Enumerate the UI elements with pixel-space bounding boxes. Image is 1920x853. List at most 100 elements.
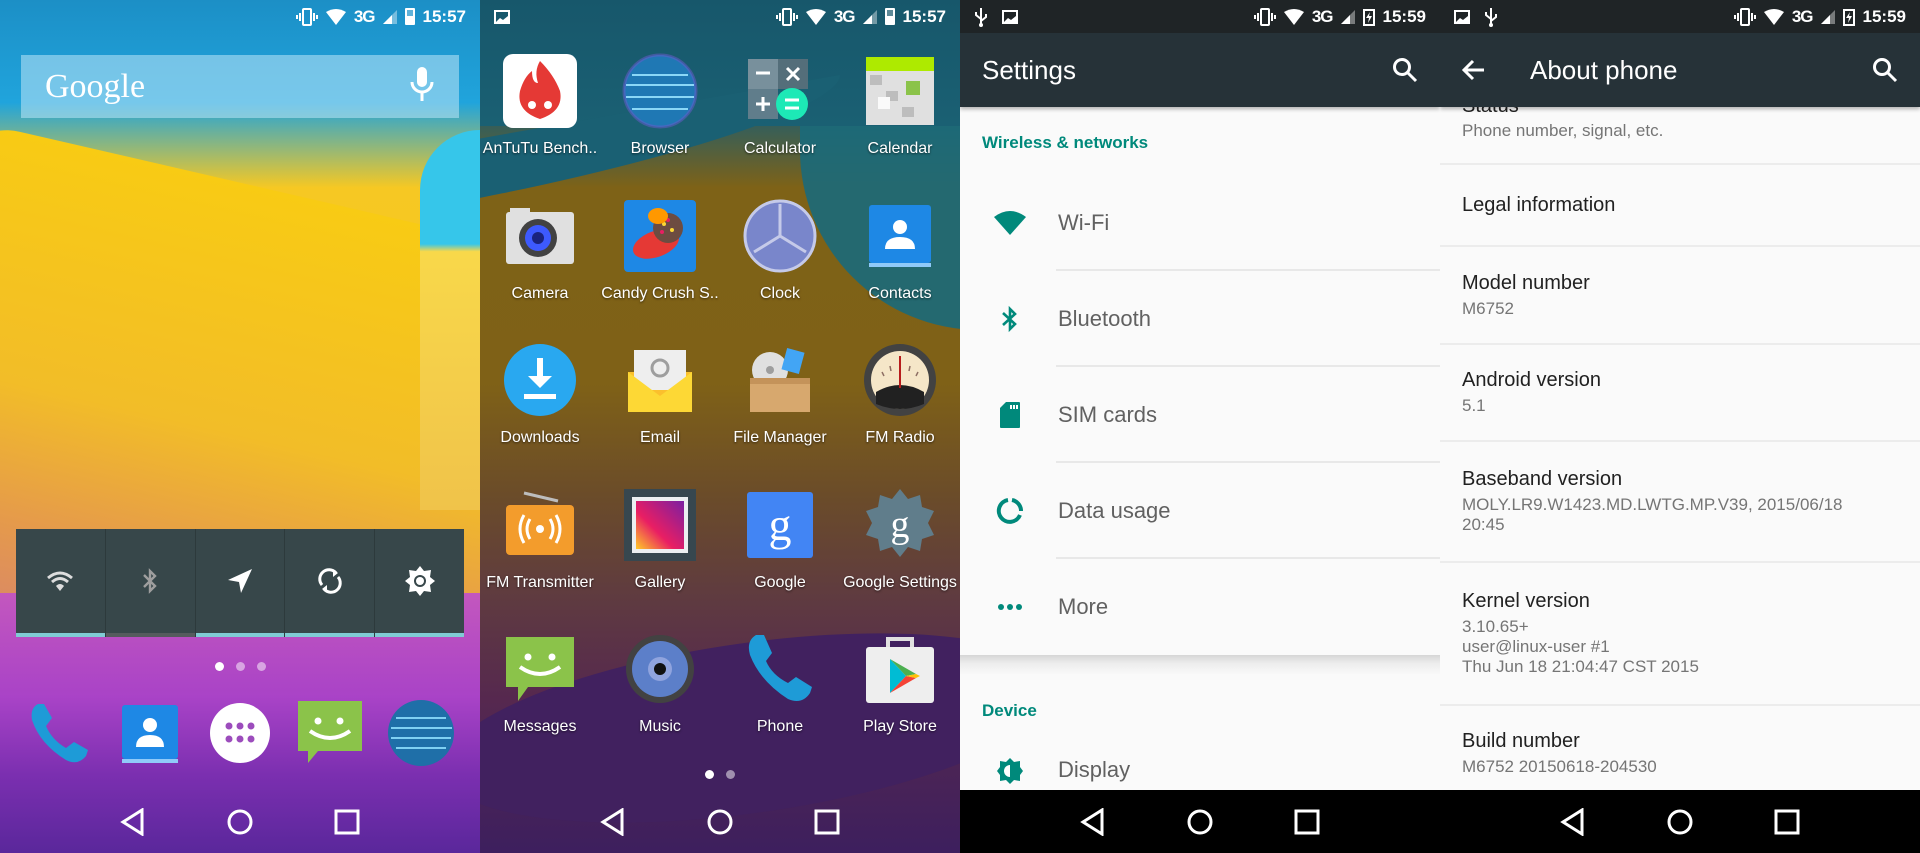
battery-charging-icon [1362, 8, 1375, 26]
qs-bluetooth-toggle[interactable] [105, 529, 196, 637]
recents-button[interactable] [327, 802, 367, 842]
google-search-bar[interactable]: Google [21, 55, 459, 118]
dock-messages[interactable] [293, 698, 367, 772]
contacts-icon [861, 197, 939, 275]
home-button[interactable] [1180, 802, 1220, 842]
app-candy-crush[interactable]: Candy Crush S.. [600, 193, 720, 338]
about-list: Status Phone number, signal, etc. Legal … [1440, 95, 1920, 801]
app-label: Downloads [500, 429, 580, 446]
qs-sync-toggle[interactable] [285, 529, 376, 637]
app-fm-radio[interactable]: FM Radio [840, 337, 960, 482]
status-bar[interactable]: 3G 15:57 [480, 0, 960, 33]
app-label: Email [639, 429, 680, 446]
app-music[interactable]: Music [600, 626, 720, 771]
settings-screen: 3G 15:59 Settings Wireless & networks Wi… [960, 0, 1440, 853]
item-summary: Phone number, signal, etc. [1462, 121, 1664, 140]
settings-item-bluetooth[interactable]: Bluetooth [960, 271, 1440, 367]
app-file-manager[interactable]: File Manager [720, 337, 840, 482]
app-google-settings[interactable]: g Google Settings [840, 482, 960, 627]
recents-button[interactable] [807, 802, 847, 842]
about-item-android-version[interactable]: Android version 5.1 [1440, 345, 1920, 442]
microphone-icon[interactable] [409, 65, 435, 108]
app-contacts[interactable]: Contacts [840, 193, 960, 338]
page-dot[interactable] [235, 662, 245, 671]
back-button[interactable] [113, 802, 153, 842]
settings-item-sim-cards[interactable]: SIM cards [960, 367, 1440, 463]
back-button[interactable] [1073, 802, 1113, 842]
item-summary: M6752 20150618-204530 [1462, 757, 1657, 776]
recents-button[interactable] [1767, 802, 1807, 842]
signal-icon [1820, 9, 1835, 24]
navigation-bar [1440, 790, 1920, 853]
item-title: Baseband version [1462, 468, 1623, 490]
app-calendar[interactable]: Calendar [840, 48, 960, 193]
qs-wifi-toggle[interactable] [16, 529, 106, 637]
page-dot[interactable] [256, 662, 266, 671]
search-icon[interactable] [1392, 57, 1418, 83]
page-dot[interactable] [214, 662, 224, 671]
back-button[interactable] [593, 802, 633, 842]
signal-icon [1340, 9, 1355, 24]
app-label: Messages [503, 718, 577, 735]
dock-all-apps[interactable] [203, 698, 277, 772]
app-label: Candy Crush S.. [601, 284, 719, 302]
page-indicator [0, 662, 480, 671]
page-dot[interactable] [705, 770, 714, 779]
home-button[interactable] [1660, 802, 1700, 842]
settings-item-wifi[interactable]: Wi-Fi [960, 175, 1440, 271]
dock-contacts[interactable] [113, 698, 187, 772]
signal-icon [382, 9, 397, 24]
app-browser[interactable]: Browser [600, 48, 720, 193]
settings-item-more[interactable]: More [960, 559, 1440, 655]
app-downloads[interactable]: Downloads [480, 337, 600, 482]
home-button[interactable] [220, 802, 260, 842]
camera-icon [501, 197, 579, 275]
about-item-model-number[interactable]: Model number M6752 [1440, 247, 1920, 345]
clock-time: 15:59 [1382, 6, 1426, 26]
status-bar[interactable]: 3G 15:59 [960, 0, 1440, 33]
dock-browser[interactable] [384, 698, 458, 772]
app-phone[interactable]: Phone [720, 626, 840, 771]
app-messages[interactable]: Messages [480, 626, 600, 771]
app-fm-transmitter[interactable]: FM Transmitter [480, 482, 600, 627]
back-button[interactable] [1553, 802, 1593, 842]
speaker-icon [621, 630, 699, 708]
qs-brightness-toggle[interactable] [375, 529, 464, 637]
home-screen: 3G 15:57 Google [0, 0, 480, 853]
search-icon[interactable] [1872, 57, 1898, 83]
page-dot[interactable] [726, 770, 735, 779]
item-summary: MOLY.LR9.W1423.MD.LWTG.MP.V39, 2015/06/1… [1462, 495, 1843, 534]
dock [0, 690, 480, 780]
app-gallery[interactable]: Gallery [600, 482, 720, 627]
about-item-kernel-version[interactable]: Kernel version 3.10.65+ user@linux-user … [1440, 563, 1920, 706]
status-bar[interactable]: 3G 15:57 [0, 0, 480, 33]
battery-charging-icon [1842, 8, 1855, 26]
about-item-legal[interactable]: Legal information [1440, 165, 1920, 247]
app-play-store[interactable]: Play Store [840, 626, 960, 771]
about-item-baseband-version[interactable]: Baseband version MOLY.LR9.W1423.MD.LWTG.… [1440, 442, 1920, 563]
about-item-status[interactable]: Status Phone number, signal, etc. [1440, 95, 1920, 165]
phone-icon [741, 630, 819, 708]
about-item-build-number[interactable]: Build number M6752 20150618-204530 [1440, 706, 1920, 801]
recents-button[interactable] [1287, 802, 1327, 842]
app-calculator[interactable]: Calculator [720, 48, 840, 193]
app-label: FM Transmitter [486, 573, 594, 591]
app-clock[interactable]: Clock [720, 193, 840, 338]
globe-icon [386, 698, 456, 773]
app-email[interactable]: Email [600, 337, 720, 482]
back-arrow-icon[interactable] [1462, 59, 1486, 81]
settings-item-data-usage[interactable]: Data usage [960, 463, 1440, 559]
battery-icon [404, 8, 415, 25]
app-camera[interactable]: Camera [480, 193, 600, 338]
app-antutu[interactable]: AnTuTu Bench.. [480, 48, 600, 193]
item-summary: 3.10.65+ user@linux-user #1 Thu Jun 18 2… [1462, 617, 1699, 676]
home-button[interactable] [700, 802, 740, 842]
dock-phone[interactable] [22, 698, 96, 772]
qs-location-toggle[interactable] [195, 529, 286, 637]
toggle-state-bar [285, 633, 375, 637]
image-notification-icon [1002, 9, 1018, 24]
sync-icon [316, 567, 344, 600]
app-google[interactable]: g Google [720, 482, 840, 627]
app-grid: AnTuTu Bench.. Browser Calculator Calend… [480, 48, 960, 771]
status-bar[interactable]: 3G 15:59 [1440, 0, 1920, 33]
